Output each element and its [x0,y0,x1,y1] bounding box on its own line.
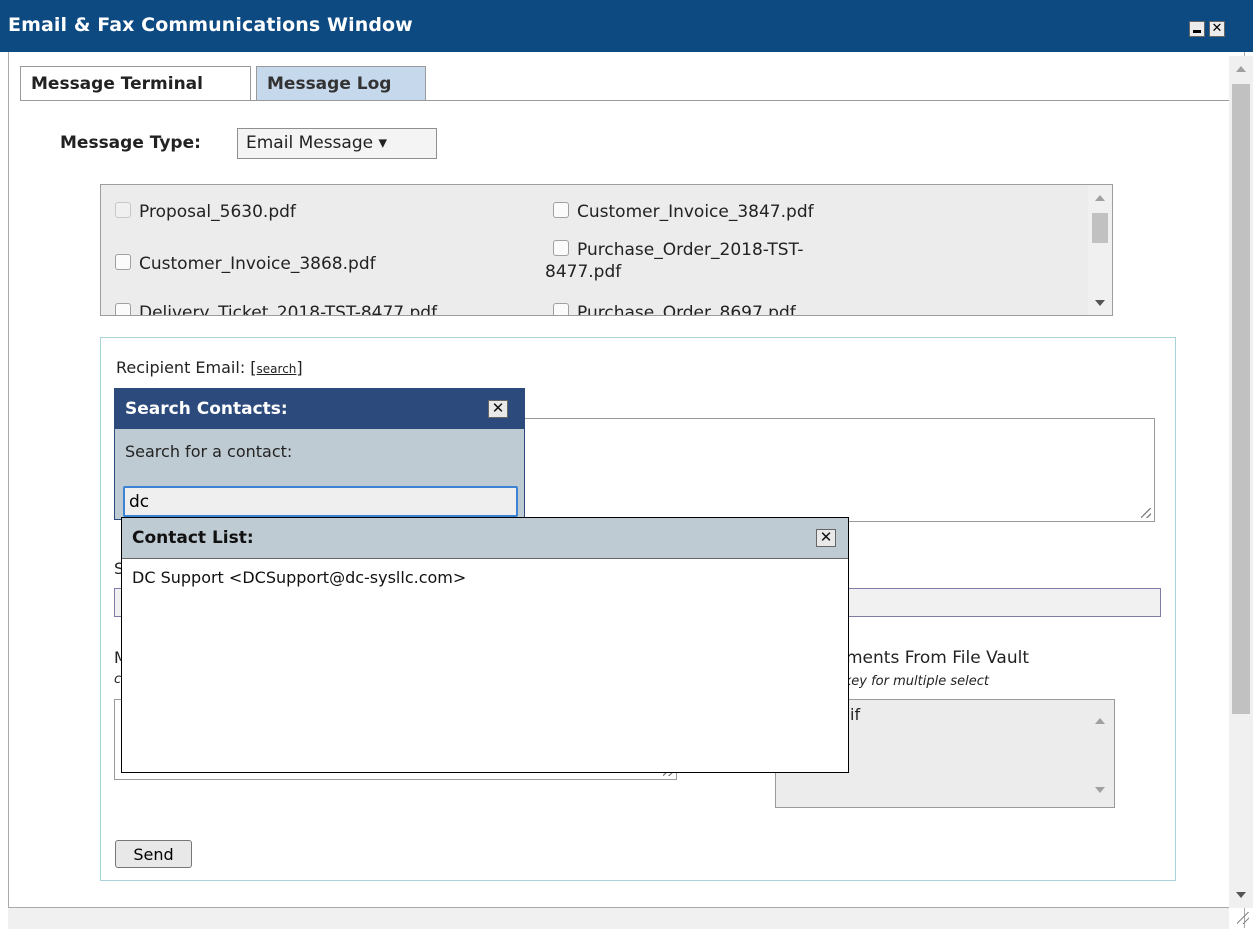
recipient-label-end: ] [296,358,303,377]
tab-message-log[interactable]: Message Log [256,66,426,100]
checkbox[interactable] [115,254,131,270]
search-contacts-popup: Search Contacts: ✕ Search for a contact: [114,388,525,520]
contact-search-input[interactable] [123,486,518,517]
scrollbar-thumb[interactable] [1232,84,1250,714]
scroll-down-icon[interactable] [1095,300,1105,306]
message-type-label: Message Type: [60,133,201,153]
checkbox[interactable] [553,202,569,218]
checkbox[interactable] [553,303,569,315]
attachments-label: ments From File Vault [846,648,1029,668]
tab-divider [20,100,1229,101]
file-name-continued: 8477.pdf [545,262,622,282]
send-button[interactable]: Send [115,840,192,868]
recipient-textarea[interactable] [520,418,1155,522]
file-name: Purchase_Order_8697.pdf [577,303,796,316]
file-item[interactable]: Proposal_5630.pdf [115,201,296,223]
message-type-select[interactable]: Email Message ▾ [237,128,437,159]
window-scrollbar[interactable] [1229,56,1253,908]
resize-grip-icon[interactable] [1237,912,1249,924]
close-icon[interactable]: ✕ [488,400,508,418]
checkbox[interactable] [553,240,569,256]
file-attachment-list: Proposal_5630.pdf Customer_Invoice_3847.… [100,184,1113,316]
scroll-up-icon[interactable] [1095,195,1105,201]
file-name: Proposal_5630.pdf [139,202,296,222]
close-icon[interactable]: ✕ [1209,21,1225,37]
file-name: Customer_Invoice_3868.pdf [139,254,376,274]
scroll-down-icon[interactable] [1236,892,1246,898]
contact-list-item[interactable]: DC Support <DCSupport@dc-sysllc.com> [132,568,466,587]
file-item[interactable]: Delivery_Ticket_2018-TST-8477.pdf [115,302,438,316]
file-name: Customer_Invoice_3847.pdf [577,202,814,222]
file-list-scrollbar[interactable] [1088,185,1112,315]
file-name: Delivery_Ticket_2018-TST-8477.pdf [139,303,438,316]
tab-message-terminal[interactable]: Message Terminal [20,66,251,100]
scrollbar-thumb[interactable] [1092,213,1108,243]
scroll-up-icon[interactable] [1236,66,1246,72]
attachments-hint: l key for multiple select [836,674,989,689]
window-titlebar: Email & Fax Communications Window ✕ [0,0,1253,52]
scroll-up-icon[interactable] [1095,718,1105,724]
search-popup-header: Search Contacts: ✕ [115,389,524,429]
search-contacts-link[interactable]: search [257,362,297,376]
contact-list-title: Contact List: [132,528,254,548]
scroll-down-icon[interactable] [1095,787,1105,793]
contact-list-popup: Contact List: ✕ DC Support <DCSupport@dc… [121,517,849,773]
minimize-icon[interactable] [1189,21,1205,37]
file-vault-item[interactable]: if [850,705,860,724]
file-item[interactable]: Customer_Invoice_3868.pdf [115,253,376,275]
window-status-bar [8,907,1229,929]
window-title: Email & Fax Communications Window [8,14,413,36]
resize-grip-icon[interactable] [1141,508,1151,518]
recipient-email-label: Recipient Email: [search] [116,358,303,377]
file-item[interactable]: Purchase_Order_8697.pdf [553,302,796,316]
checkbox[interactable] [115,303,131,315]
file-item[interactable]: Purchase_Order_2018-TST- 8477.pdf [545,239,804,283]
recipient-label-text: Recipient Email: [ [116,358,257,377]
file-name: Purchase_Order_2018-TST- [577,240,804,260]
checkbox[interactable] [115,202,131,218]
close-icon[interactable]: ✕ [816,529,836,547]
contact-list-header: Contact List: ✕ [122,518,848,559]
file-item[interactable]: Customer_Invoice_3847.pdf [553,201,814,223]
search-popup-title: Search Contacts: [125,399,288,419]
search-prompt: Search for a contact: [125,442,293,461]
